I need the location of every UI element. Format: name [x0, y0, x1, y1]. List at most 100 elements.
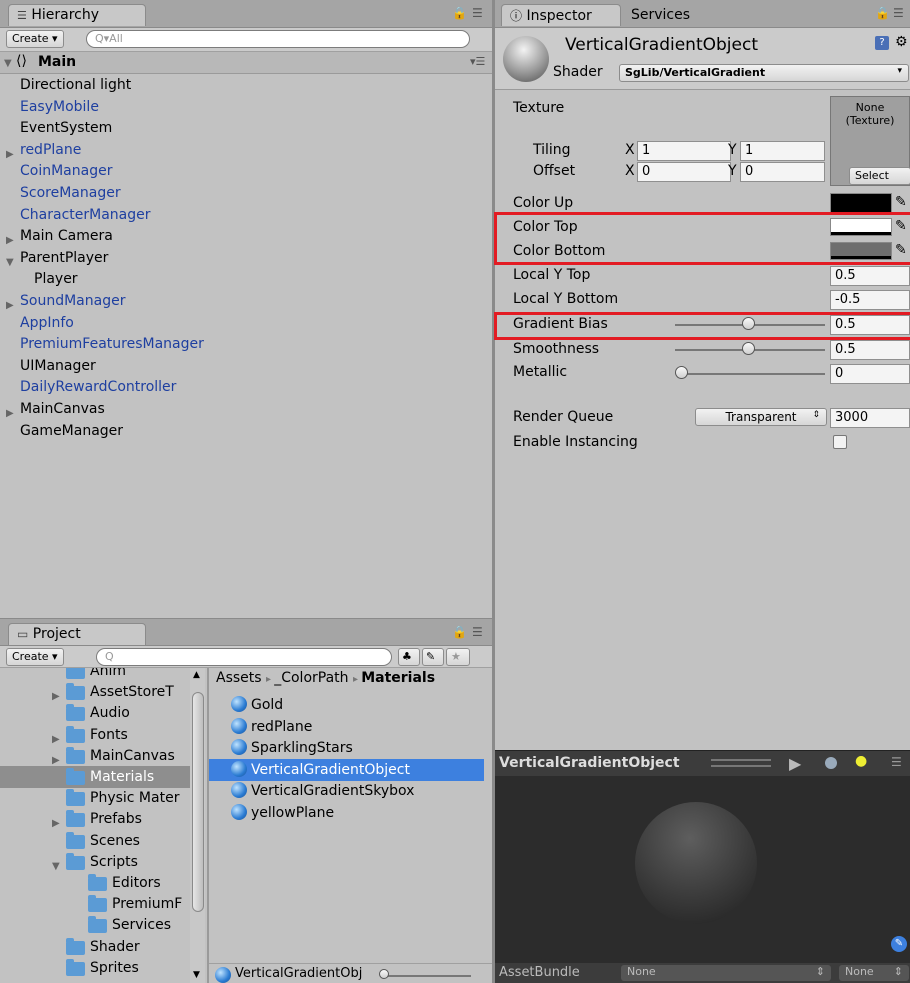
scroll-down-arrow-icon[interactable]: ▼	[193, 970, 200, 980]
hierarchy-item[interactable]: ScoreManager	[0, 182, 492, 204]
hierarchy-item[interactable]: PremiumFeaturesManager	[0, 333, 492, 355]
filter-by-label-icon[interactable]: ✎	[422, 648, 444, 666]
local-y-top-field[interactable]: 0.5	[830, 266, 910, 286]
material-asset-item[interactable]: SparklingStars	[209, 737, 484, 759]
project-folder-item[interactable]: ▶ Prefabs	[0, 808, 190, 830]
scrollbar-thumb[interactable]	[192, 692, 204, 912]
texture-select-button[interactable]: Select	[849, 167, 910, 185]
hierarchy-item[interactable]: EventSystem	[0, 117, 492, 139]
hierarchy-item[interactable]: ▶ SoundManager	[0, 290, 492, 312]
assetbundle-dropdown[interactable]: None ⇕	[621, 965, 831, 981]
project-search-input[interactable]: Q	[96, 648, 392, 666]
local-y-bottom-field[interactable]: -0.5	[830, 290, 910, 310]
tiling-y-field[interactable]: 1	[740, 141, 825, 161]
render-queue-field[interactable]: 3000	[830, 408, 910, 428]
project-tab[interactable]: ▭ Project	[8, 623, 146, 645]
material-asset-item[interactable]: VerticalGradientObject	[209, 758, 484, 781]
icon-size-slider-knob[interactable]	[379, 969, 389, 979]
hierarchy-item[interactable]: ▼ ParentPlayer	[0, 247, 492, 269]
assetbundle-variant-dropdown[interactable]: None ⇕	[839, 965, 909, 981]
hierarchy-scene-row[interactable]: ▼ ⟨⟩ Main ▾☰	[0, 52, 492, 74]
hierarchy-item[interactable]: AppInfo	[0, 312, 492, 334]
offset-x-field[interactable]: 0	[637, 162, 731, 182]
breadcrumb-colorpath[interactable]: _ColorPath	[274, 670, 348, 686]
metallic-slider-knob[interactable]	[675, 366, 688, 379]
project-folder-item[interactable]: ▼ Scripts	[0, 851, 190, 873]
hierarchy-item[interactable]: DailyRewardController	[0, 376, 492, 398]
preview-drag-lines[interactable]	[711, 759, 771, 767]
tag-icon[interactable]: ✎	[891, 936, 907, 952]
material-asset-item[interactable]: VerticalGradientSkybox	[209, 780, 484, 802]
lock-icon[interactable]: 🔒	[452, 625, 467, 639]
preview-menu-icon[interactable]: ☰	[891, 755, 902, 769]
breadcrumb-materials[interactable]: Materials	[361, 670, 435, 686]
project-folder-item[interactable]: Anim	[0, 668, 190, 682]
color-up-swatch[interactable]	[830, 193, 892, 213]
hierarchy-item[interactable]: Player	[0, 268, 492, 290]
project-folder-item[interactable]: ▶ MainCanvas	[0, 745, 190, 767]
project-folder-item[interactable]: Services	[0, 914, 190, 936]
lock-icon[interactable]: 🔒	[452, 6, 467, 20]
tiling-label: Tiling	[533, 142, 571, 158]
folder-icon: ▭	[17, 627, 29, 641]
shader-dropdown[interactable]: SgLib/VerticalGradient ▾	[619, 64, 909, 82]
services-tab[interactable]: Services	[623, 5, 698, 27]
scene-fold-icon[interactable]: ▼	[4, 58, 12, 69]
enable-instancing-checkbox[interactable]	[833, 435, 847, 449]
project-folder-item[interactable]: Shader	[0, 936, 190, 958]
icon-size-slider-track[interactable]	[381, 975, 471, 977]
hierarchy-search-input[interactable]: Q▾All	[86, 30, 470, 48]
metallic-field[interactable]: 0	[830, 364, 910, 384]
project-folder-item[interactable]: Sprites	[0, 957, 190, 979]
hierarchy-item[interactable]: ▶ Main Camera	[0, 225, 492, 247]
material-asset-item[interactable]: redPlane	[209, 716, 484, 738]
hierarchy-item[interactable]: Directional light	[0, 74, 492, 96]
texture-slot[interactable]: None (Texture) Select	[830, 96, 910, 186]
project-folder-item[interactable]: Audio	[0, 702, 190, 724]
metallic-slider-track[interactable]	[681, 373, 825, 375]
panel-menu-icon[interactable]: ☰	[893, 6, 904, 20]
scroll-up-arrow-icon[interactable]: ▲	[193, 670, 200, 680]
material-asset-item[interactable]: Gold	[209, 694, 484, 716]
breadcrumb-assets[interactable]: Assets	[216, 670, 262, 686]
hierarchy-item[interactable]: UIManager	[0, 355, 492, 377]
render-queue-dropdown[interactable]: Transparent ⇕	[695, 408, 827, 426]
panel-menu-icon[interactable]: ☰	[472, 625, 483, 639]
hierarchy-item[interactable]: CoinManager	[0, 160, 492, 182]
eyedropper-icon[interactable]: ✎	[895, 194, 907, 210]
project-folder-item[interactable]: Scenes	[0, 830, 190, 852]
settings-gear-icon[interactable]: ⚙	[895, 34, 908, 50]
help-book-icon[interactable]: ?	[875, 36, 889, 50]
smoothness-slider-knob[interactable]	[742, 342, 755, 355]
offset-y-field[interactable]: 0	[740, 162, 825, 182]
material-asset-item[interactable]: yellowPlane	[209, 802, 484, 824]
hierarchy-item[interactable]: ▶ redPlane	[0, 139, 492, 161]
project-folder-item[interactable]: Editors	[0, 872, 190, 894]
project-folder-item[interactable]: Physic Mater	[0, 787, 190, 809]
scene-menu-icon[interactable]: ▾☰	[470, 55, 485, 68]
favorites-star-icon[interactable]: ★	[446, 648, 470, 666]
folder-tree-scrollbar[interactable]: ▲ ▼	[190, 668, 205, 983]
inspector-tab[interactable]: ⓘ Inspector	[501, 4, 621, 26]
hierarchy-item-label: SoundManager	[20, 293, 126, 309]
panel-menu-icon[interactable]: ☰	[472, 6, 483, 20]
project-folder-item[interactable]: ▶ Fonts	[0, 724, 190, 746]
filter-by-type-icon[interactable]: ♣	[398, 648, 420, 666]
smoothness-field[interactable]: 0.5	[830, 340, 910, 360]
project-folder-item[interactable]: PremiumF	[0, 893, 190, 915]
hierarchy-item[interactable]: GameManager	[0, 420, 492, 442]
hierarchy-tab[interactable]: ☰ Hierarchy	[8, 4, 146, 26]
project-folder-item[interactable]: Materials	[0, 766, 190, 788]
hierarchy-item[interactable]: ▶ MainCanvas	[0, 398, 492, 420]
play-icon[interactable]: ▶	[789, 754, 801, 773]
sphere-mesh-icon[interactable]	[825, 757, 837, 769]
preview-area[interactable]: ✎	[495, 776, 910, 963]
lights-toggle-icon[interactable]: ●	[855, 753, 867, 769]
hierarchy-item[interactable]: EasyMobile	[0, 96, 492, 118]
hierarchy-create-button[interactable]: Create ▾	[6, 30, 64, 48]
project-folder-item[interactable]: ▶ AssetStoreT	[0, 681, 190, 703]
tiling-x-field[interactable]: 1	[637, 141, 731, 161]
hierarchy-item[interactable]: CharacterManager	[0, 204, 492, 226]
project-create-button[interactable]: Create ▾	[6, 648, 64, 666]
lock-icon[interactable]: 🔒	[875, 6, 890, 20]
